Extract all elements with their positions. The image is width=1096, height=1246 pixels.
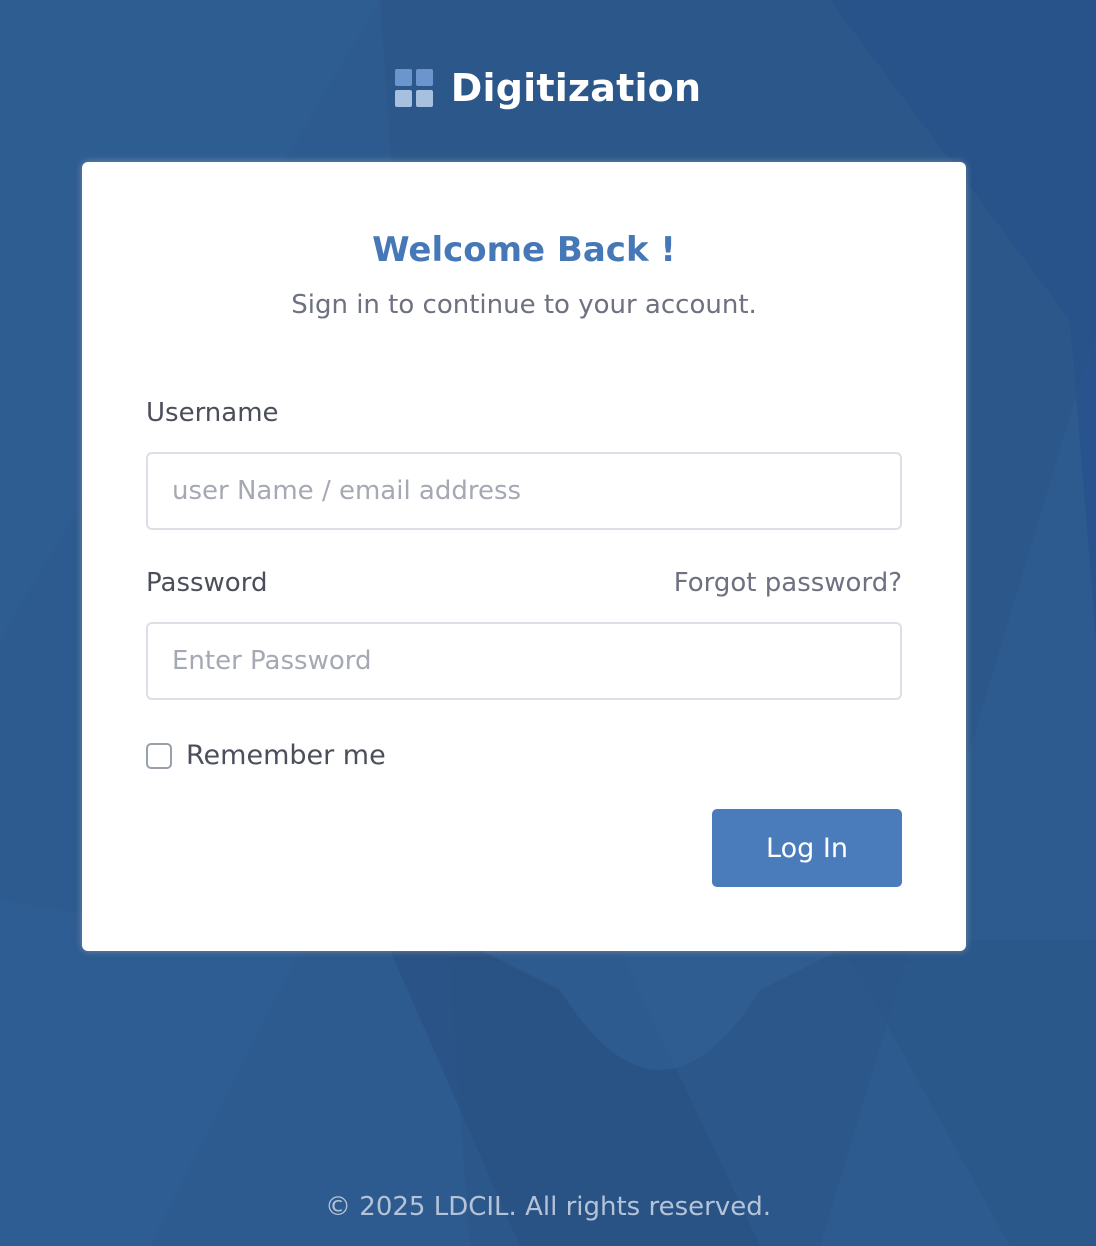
- password-input[interactable]: [146, 622, 902, 700]
- grid-squares-icon: [394, 69, 433, 107]
- footer-copyright: © 2025 LDCIL. All rights reserved.: [325, 1192, 771, 1222]
- username-label: Username: [146, 398, 279, 428]
- brand-header: Digitization: [0, 66, 1096, 110]
- remember-me-label[interactable]: Remember me: [186, 740, 386, 771]
- remember-me-row: Remember me: [146, 740, 386, 771]
- remember-me-checkbox[interactable]: [146, 742, 172, 769]
- password-label: Password: [146, 568, 268, 598]
- login-card: Welcome Back ! Sign in to continue to yo…: [82, 162, 966, 951]
- welcome-subtitle: Sign in to continue to your account.: [291, 290, 757, 320]
- login-button[interactable]: Log In: [712, 809, 902, 887]
- brand-name: Digitization: [450, 66, 702, 110]
- welcome-title: Welcome Back !: [372, 230, 676, 270]
- forgot-password-link[interactable]: Forgot password?: [674, 568, 902, 598]
- username-input[interactable]: [146, 452, 902, 530]
